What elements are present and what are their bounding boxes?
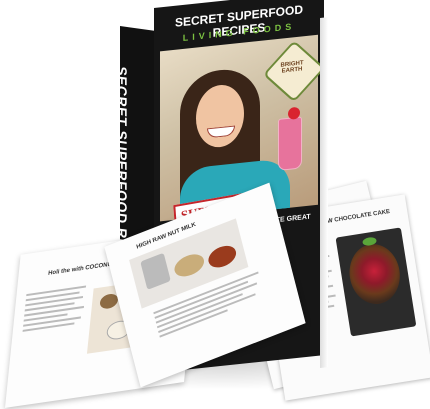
- left-page-text: [22, 285, 88, 335]
- bowl: [172, 250, 207, 281]
- page-edges: [320, 17, 328, 368]
- bowl: [206, 241, 239, 272]
- bowl: [99, 292, 119, 310]
- product-image: QUICK RAW CHOCOLATE CAKE SECRET SUPERFOO…: [0, 0, 430, 409]
- cake: [345, 240, 405, 308]
- smoothie-glass: [278, 116, 302, 171]
- blender: [140, 252, 171, 290]
- chocolate-cake-photo: [335, 227, 417, 337]
